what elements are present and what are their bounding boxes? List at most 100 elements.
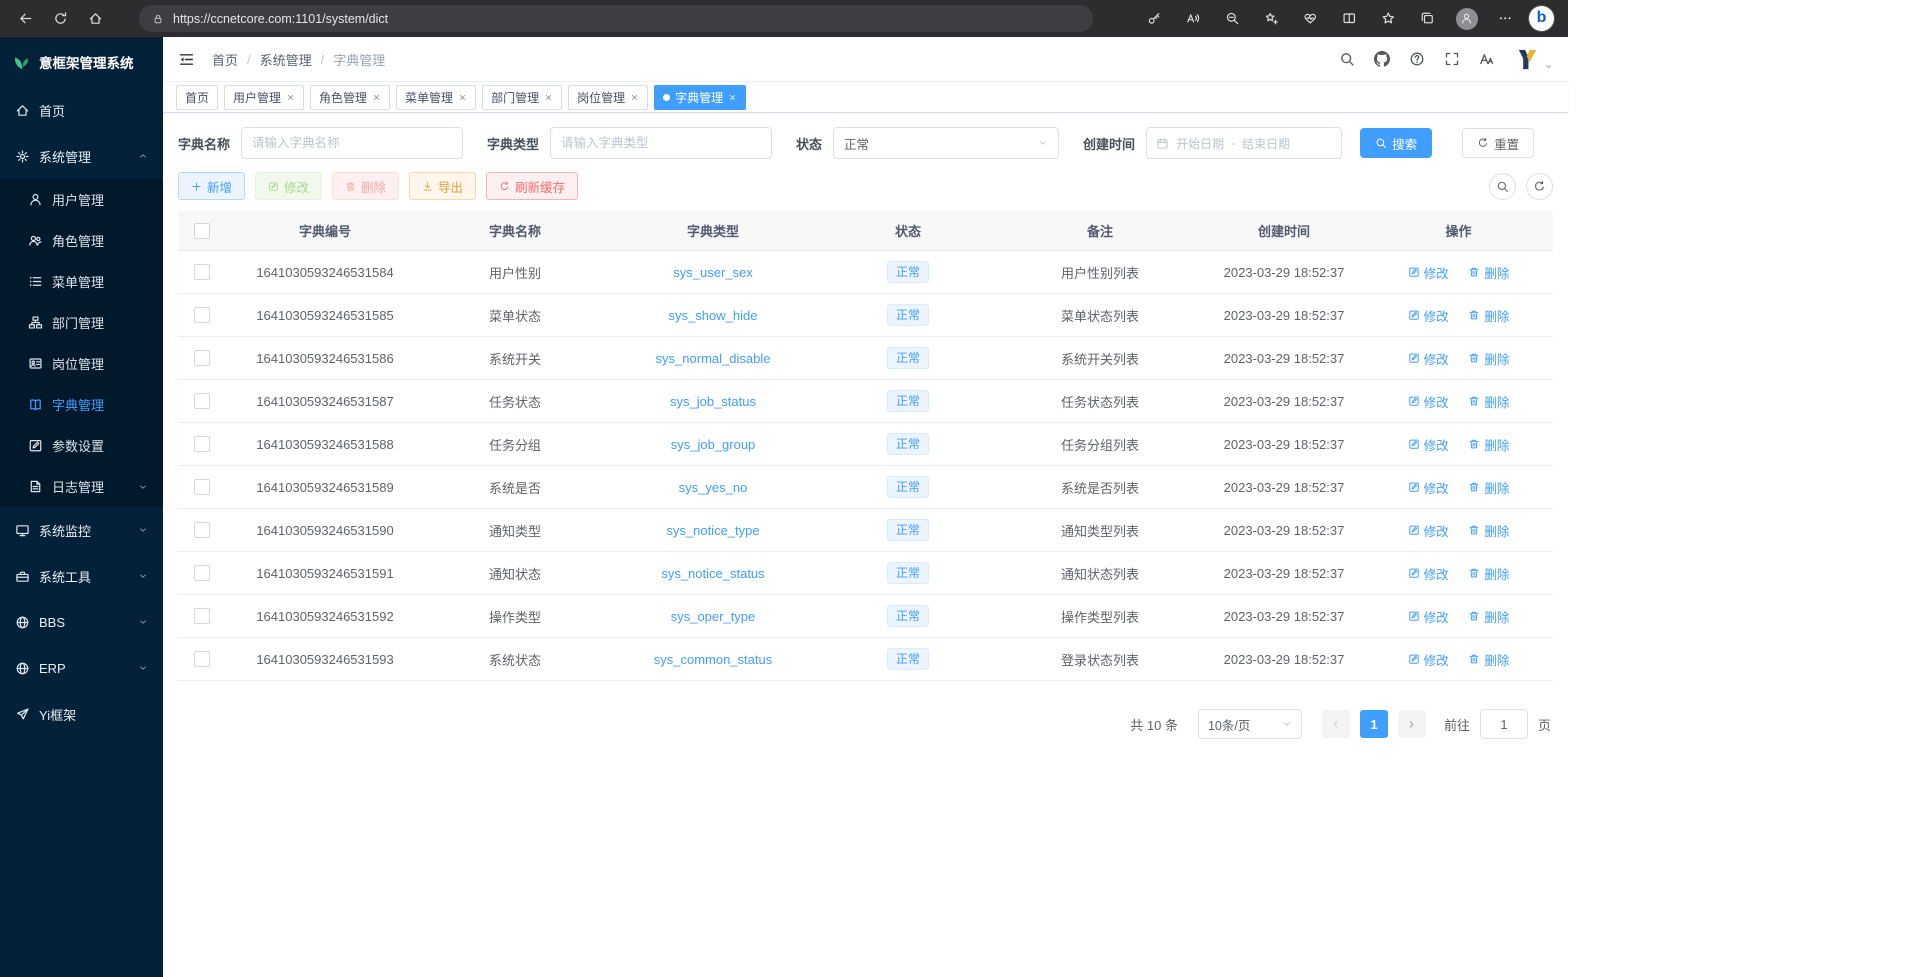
sidebar-item-dict-management[interactable]: 字典管理 [0, 384, 163, 425]
browser-back-button[interactable] [10, 4, 41, 33]
edit-button[interactable]: 修改 [255, 172, 322, 200]
sidebar-item-user-management[interactable]: 用户管理 [0, 179, 163, 220]
edit-row-button[interactable]: 修改 [1408, 478, 1449, 497]
delete-row-button[interactable]: 删除 [1468, 306, 1509, 325]
app-logo[interactable]: 意框架管理系统 [0, 37, 163, 87]
dict-type-link[interactable]: sys_job_status [670, 394, 756, 409]
address-bar[interactable]: https://ccnetcore.com:1101/system/dict [139, 5, 1093, 32]
delete-row-button[interactable]: 删除 [1468, 650, 1509, 669]
delete-row-button[interactable]: 删除 [1468, 435, 1509, 454]
split-screen-button[interactable] [1334, 4, 1365, 33]
sidebar-item-system-monitor[interactable]: 系统监控 [0, 507, 163, 553]
row-checkbox[interactable] [194, 522, 210, 538]
dict-type-link[interactable]: sys_common_status [654, 652, 773, 667]
sidebar-toggle-icon[interactable] [178, 51, 195, 68]
date-range-picker[interactable]: 开始日期 - 结束日期 [1146, 127, 1342, 159]
sidebar-item-role-management[interactable]: 角色管理 [0, 220, 163, 261]
sidebar-item-department-management[interactable]: 部门管理 [0, 302, 163, 343]
sidebar-item-menu-management[interactable]: 菜单管理 [0, 261, 163, 302]
sidebar-item-post-management[interactable]: 岗位管理 [0, 343, 163, 384]
delete-row-button[interactable]: 删除 [1468, 521, 1509, 540]
delete-row-button[interactable]: 删除 [1468, 478, 1509, 497]
browser-home-button[interactable] [80, 4, 111, 33]
search-icon[interactable] [1339, 51, 1355, 67]
bing-icon[interactable] [1529, 6, 1554, 31]
reset-button[interactable]: 重置 [1462, 128, 1534, 158]
row-checkbox[interactable] [194, 608, 210, 624]
add-button[interactable]: 新增 [178, 172, 245, 200]
page-number-current[interactable]: 1 [1360, 710, 1388, 738]
prev-page-button[interactable] [1322, 710, 1350, 738]
edit-row-button[interactable]: 修改 [1408, 564, 1449, 583]
dict-type-link[interactable]: sys_notice_status [661, 566, 764, 581]
collections-button[interactable] [1412, 4, 1443, 33]
sidebar-item-bbs[interactable]: BBS [0, 599, 163, 645]
edit-row-button[interactable]: 修改 [1408, 435, 1449, 454]
status-select[interactable]: 正常 [833, 127, 1059, 159]
select-all-checkbox[interactable] [194, 223, 210, 239]
row-checkbox[interactable] [194, 479, 210, 495]
browser-refresh-button[interactable] [45, 4, 76, 33]
sidebar-item-yi-framework[interactable]: Yi框架 [0, 691, 163, 737]
password-manager-button[interactable] [1139, 4, 1170, 33]
dict-type-input[interactable] [550, 127, 772, 159]
row-checkbox[interactable] [194, 436, 210, 452]
close-tab-icon[interactable] [372, 93, 381, 102]
dict-type-link[interactable]: sys_yes_no [679, 480, 748, 495]
dict-type-link[interactable]: sys_job_group [671, 437, 756, 452]
row-checkbox[interactable] [194, 565, 210, 581]
user-avatar-menu[interactable] [1514, 46, 1553, 73]
goto-page-input[interactable] [1480, 709, 1528, 739]
github-icon[interactable] [1374, 51, 1390, 67]
search-button[interactable]: 搜索 [1360, 128, 1432, 158]
dict-type-link[interactable]: sys_normal_disable [656, 351, 771, 366]
dict-type-link[interactable]: sys_user_sex [673, 265, 752, 280]
refresh-table-button[interactable] [1526, 173, 1553, 200]
close-tab-icon[interactable] [544, 93, 553, 102]
dict-type-link[interactable]: sys_oper_type [671, 609, 756, 624]
sidebar-item-system-tools[interactable]: 系统工具 [0, 553, 163, 599]
refresh-cache-button[interactable]: 刷新缓存 [486, 172, 578, 200]
edit-row-button[interactable]: 修改 [1408, 306, 1449, 325]
tab-home[interactable]: 首页 [176, 85, 218, 110]
tab-role-management[interactable]: 角色管理 [310, 85, 390, 110]
profile-button[interactable] [1451, 4, 1482, 33]
row-checkbox[interactable] [194, 651, 210, 667]
zoom-button[interactable] [1217, 4, 1248, 33]
sidebar-item-parameter-settings[interactable]: 参数设置 [0, 425, 163, 466]
row-checkbox[interactable] [194, 350, 210, 366]
edit-row-button[interactable]: 修改 [1408, 650, 1449, 669]
sidebar-item-log-management[interactable]: 日志管理 [0, 466, 163, 507]
more-menu-button[interactable] [1490, 4, 1521, 33]
edit-row-button[interactable]: 修改 [1408, 263, 1449, 282]
delete-row-button[interactable]: 删除 [1468, 349, 1509, 368]
close-tab-icon[interactable] [630, 93, 639, 102]
sidebar-item-system-management[interactable]: 系统管理 [0, 133, 163, 179]
dict-type-link[interactable]: sys_show_hide [669, 308, 758, 323]
tab-post-management[interactable]: 岗位管理 [568, 85, 648, 110]
favorites-button[interactable] [1373, 4, 1404, 33]
dict-name-input[interactable] [241, 127, 463, 159]
tab-department-management[interactable]: 部门管理 [482, 85, 562, 110]
close-tab-icon[interactable] [728, 93, 737, 102]
delete-row-button[interactable]: 删除 [1468, 564, 1509, 583]
next-page-button[interactable] [1398, 710, 1426, 738]
read-aloud-button[interactable] [1178, 4, 1209, 33]
help-icon[interactable] [1409, 51, 1425, 67]
delete-row-button[interactable]: 删除 [1468, 263, 1509, 282]
delete-button[interactable]: 删除 [332, 172, 399, 200]
page-size-select[interactable]: 10条/页 [1198, 709, 1302, 739]
delete-row-button[interactable]: 删除 [1468, 607, 1509, 626]
tab-dict-management[interactable]: 字典管理 [654, 85, 746, 110]
fullscreen-icon[interactable] [1444, 51, 1460, 67]
row-checkbox[interactable] [194, 264, 210, 280]
add-favorite-button[interactable] [1256, 4, 1287, 33]
sidebar-item-home[interactable]: 首页 [0, 87, 163, 133]
edit-row-button[interactable]: 修改 [1408, 607, 1449, 626]
edit-row-button[interactable]: 修改 [1408, 349, 1449, 368]
edit-row-button[interactable]: 修改 [1408, 392, 1449, 411]
tab-user-management[interactable]: 用户管理 [224, 85, 304, 110]
tab-menu-management[interactable]: 菜单管理 [396, 85, 476, 110]
delete-row-button[interactable]: 删除 [1468, 392, 1509, 411]
dict-type-link[interactable]: sys_notice_type [666, 523, 759, 538]
